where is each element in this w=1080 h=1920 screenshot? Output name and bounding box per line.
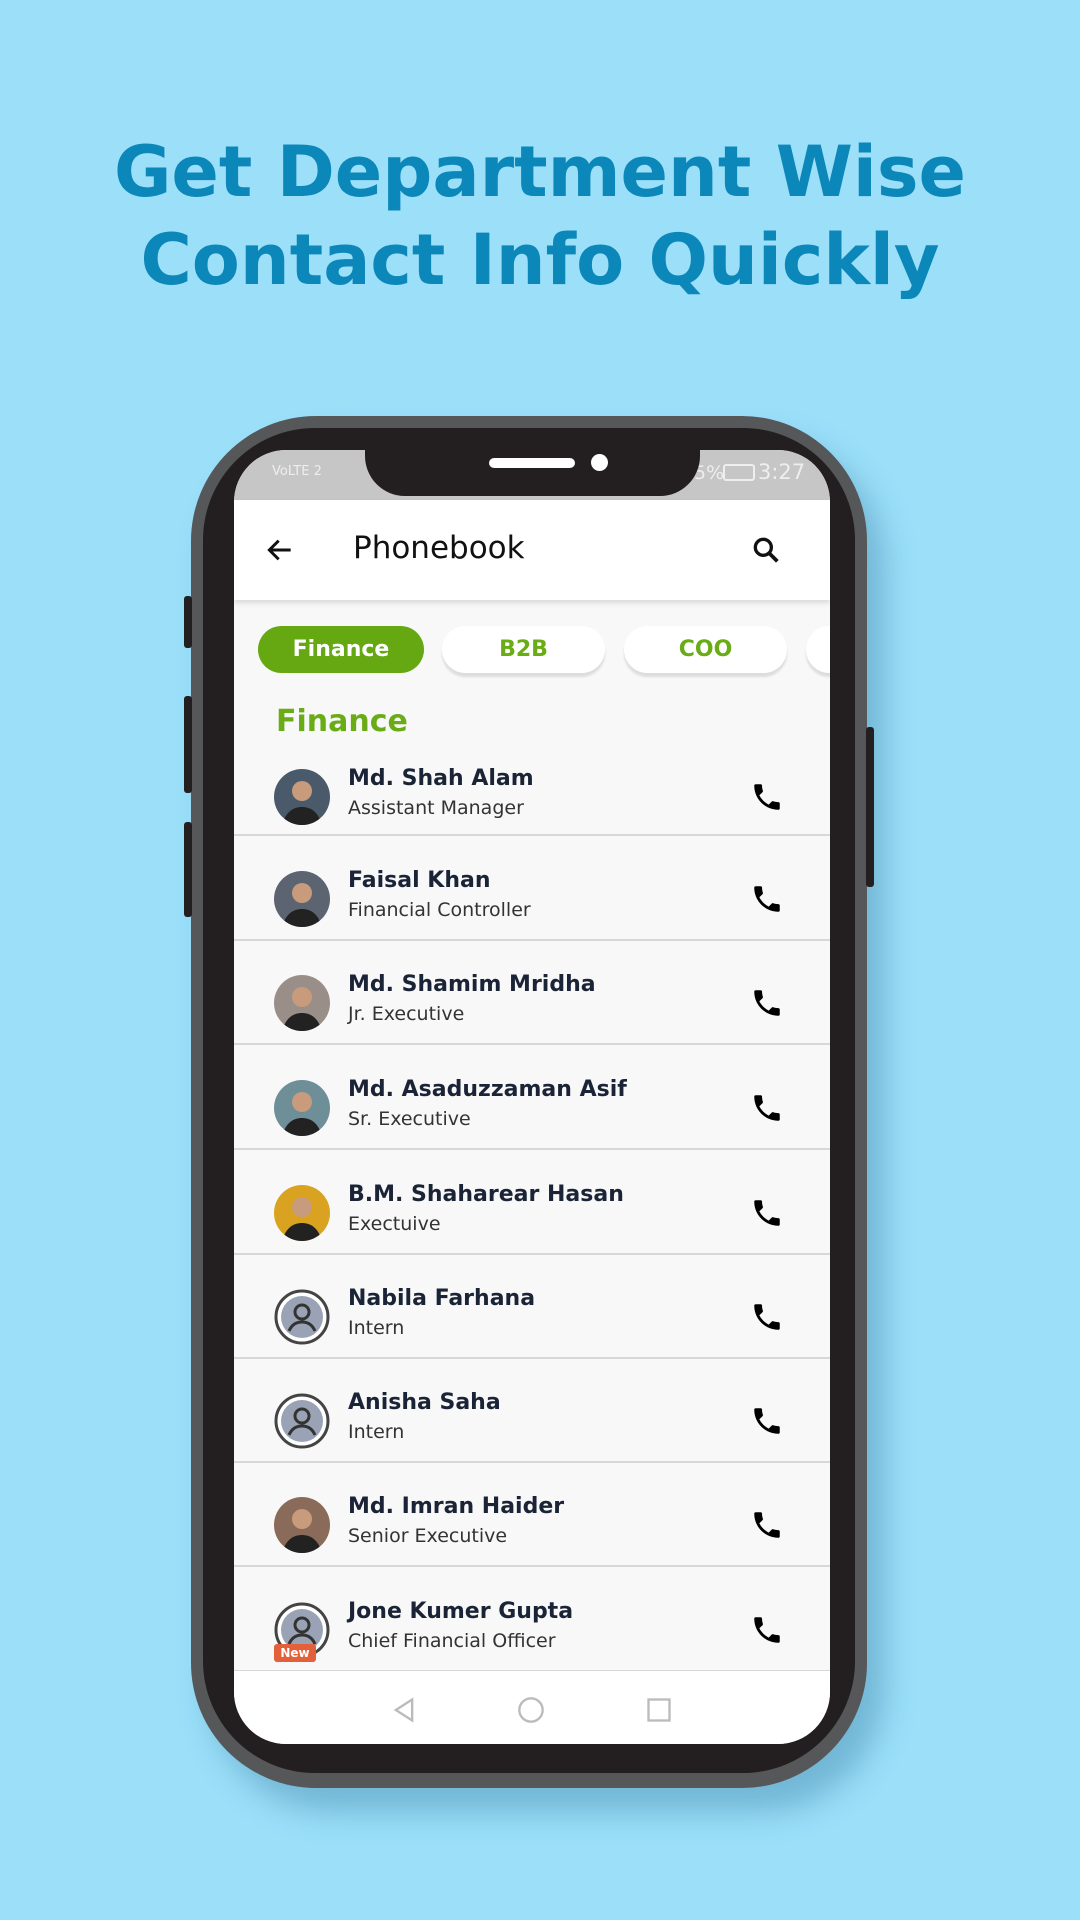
phone-side-button <box>184 596 192 648</box>
contact-name: B.M. Shaharear Hasan <box>348 1182 624 1207</box>
contact-row[interactable]: Md. Shamim Mridha Jr. Executive <box>234 940 830 1045</box>
phone-call-icon[interactable] <box>750 986 784 1020</box>
status-bar: VoLTE 2 5% 3:27 <box>234 450 830 500</box>
contact-name: Anisha Saha <box>348 1390 501 1415</box>
default-avatar-icon <box>274 1393 330 1449</box>
contact-role: Exectuive <box>348 1213 441 1235</box>
contact-name: Nabila Farhana <box>348 1286 536 1311</box>
phone-call-icon[interactable] <box>750 780 784 814</box>
contact-name: Md. Imran Haider <box>348 1494 565 1519</box>
contact-role: Financial Controller <box>348 899 531 921</box>
contact-role: Senior Executive <box>348 1525 508 1547</box>
phone-call-icon[interactable] <box>750 1404 784 1438</box>
contact-name: Md. Shamim Mridha <box>348 972 596 997</box>
contact-row[interactable]: Md. Asaduzzaman Asif Sr. Executive <box>234 1045 830 1150</box>
headline: Get Department Wise Contact Info Quickly <box>0 128 1080 304</box>
new-badge: New <box>274 1644 316 1662</box>
nav-bar <box>234 1671 830 1744</box>
arrow-left-icon[interactable] <box>264 534 296 566</box>
default-avatar-icon <box>274 1289 330 1345</box>
avatar <box>274 975 330 1031</box>
nav-recents-icon[interactable] <box>645 1696 673 1724</box>
phone-call-icon[interactable] <box>750 1300 784 1334</box>
phone-power-button <box>866 727 874 887</box>
chip-more[interactable] <box>806 626 830 673</box>
camera <box>591 454 608 471</box>
contact-name: Md. Asaduzzaman Asif <box>348 1077 627 1102</box>
contact-role: Sr. Executive <box>348 1108 471 1130</box>
contact-row[interactable]: Anisha Saha Intern <box>234 1358 830 1463</box>
network-indicator: VoLTE 2 <box>272 464 322 479</box>
avatar <box>274 1185 330 1241</box>
contact-role: Assistant Manager <box>348 797 524 819</box>
contact-name: Faisal Khan <box>348 868 491 893</box>
page-title: Phonebook <box>353 530 525 566</box>
battery-icon <box>723 464 755 481</box>
contact-row[interactable]: Md. Shah Alam Assistant Manager <box>234 741 830 836</box>
contact-row[interactable]: Nabila Farhana Intern <box>234 1254 830 1359</box>
avatar <box>274 1080 330 1136</box>
section-title: Finance <box>276 704 408 739</box>
phone-call-icon[interactable] <box>750 1613 784 1647</box>
contact-row[interactable]: Faisal Khan Financial Controller <box>234 836 830 941</box>
contact-row[interactable]: Md. Imran Haider Senior Executive <box>234 1462 830 1567</box>
nav-home-icon[interactable] <box>517 1696 545 1724</box>
phone-screen: VoLTE 2 5% 3:27 Phonebook Finance B2B CO… <box>234 450 830 1744</box>
speaker <box>489 458 575 468</box>
headline-line-2: Contact Info Quickly <box>140 219 940 301</box>
nav-back-icon[interactable] <box>390 1696 418 1724</box>
chip-coo[interactable]: COO <box>624 626 787 673</box>
contact-role: Chief Financial Officer <box>348 1630 556 1652</box>
phone-volume-up <box>184 696 192 793</box>
headline-line-1: Get Department Wise <box>113 131 967 213</box>
phone-volume-down <box>184 822 192 917</box>
phone-call-icon[interactable] <box>750 882 784 916</box>
contact-name: Jone Kumer Gupta <box>348 1599 574 1624</box>
avatar <box>274 1497 330 1553</box>
phone-call-icon[interactable] <box>750 1196 784 1230</box>
contact-row[interactable]: New Jone Kumer Gupta Chief Financial Offi… <box>234 1567 830 1672</box>
chip-b2b[interactable]: B2B <box>442 626 605 673</box>
contact-row[interactable]: B.M. Shaharear Hasan Exectuive <box>234 1150 830 1255</box>
avatar <box>274 769 330 825</box>
contact-role: Intern <box>348 1421 405 1443</box>
contact-role: Jr. Executive <box>348 1003 465 1025</box>
phone-call-icon[interactable] <box>750 1508 784 1542</box>
contact-name: Md. Shah Alam <box>348 766 534 791</box>
chip-finance[interactable]: Finance <box>258 626 424 673</box>
app-bar: Phonebook <box>234 500 830 600</box>
notch <box>365 450 700 496</box>
search-icon[interactable] <box>750 534 782 566</box>
phone-call-icon[interactable] <box>750 1091 784 1125</box>
avatar <box>274 871 330 927</box>
contact-role: Intern <box>348 1317 405 1339</box>
clock: 3:27 <box>758 460 806 484</box>
